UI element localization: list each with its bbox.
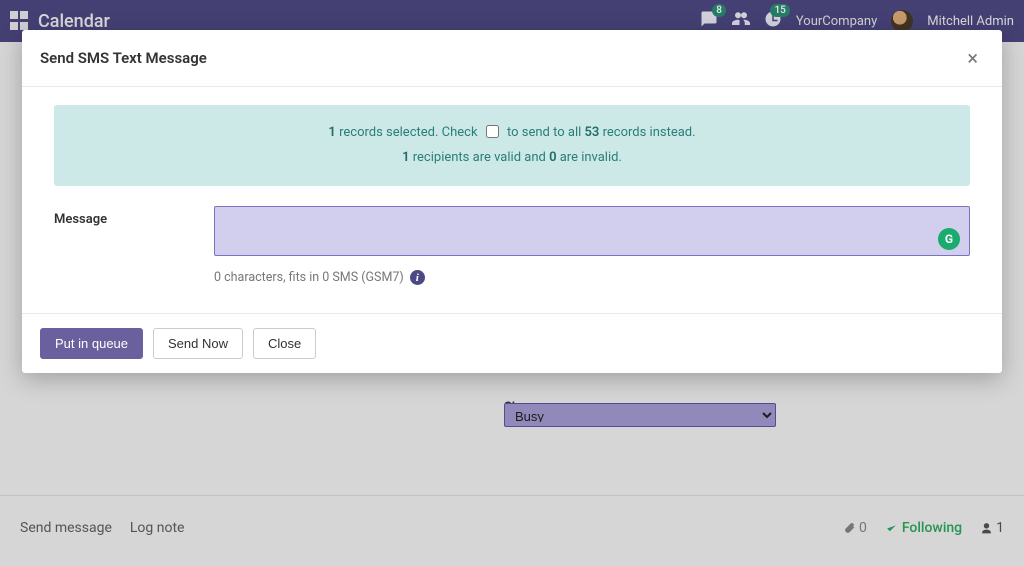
activity-badge: 15 (770, 4, 789, 17)
attachment-icon (843, 522, 856, 535)
activity-icon-wrap[interactable]: 15 (764, 10, 782, 32)
close-icon[interactable]: × (961, 44, 984, 72)
modal-title: Send SMS Text Message (40, 49, 207, 67)
valid-count: 1 (402, 150, 409, 165)
show-as-label: Show as (16, 400, 504, 430)
apps-icon[interactable] (10, 11, 30, 31)
chat-badge: 8 (712, 4, 726, 17)
check-icon (885, 522, 898, 535)
app-name[interactable]: Calendar (38, 11, 110, 32)
company-name[interactable]: YourCompany (796, 14, 877, 29)
message-label: Message (54, 206, 214, 227)
chatter-footer: Send message Log note 0 Following 1 (0, 495, 1024, 546)
close-button[interactable]: Close (253, 328, 316, 359)
log-note-tab[interactable]: Log note (130, 520, 185, 536)
selected-count: 1 (328, 125, 335, 140)
total-count: 53 (585, 125, 600, 140)
people-icon[interactable] (732, 10, 750, 32)
sms-modal: Send SMS Text Message × 1 records select… (22, 30, 1002, 373)
invalid-count: 0 (549, 150, 556, 165)
modal-footer: Put in queue Send Now Close (22, 313, 1002, 373)
attachments-count[interactable]: 0 (843, 520, 867, 536)
modal-header: Send SMS Text Message × (22, 30, 1002, 87)
following-button[interactable]: Following (885, 520, 962, 536)
chat-icon-wrap[interactable]: 8 (700, 10, 718, 32)
show-as-select[interactable]: Busy (504, 403, 776, 427)
put-in-queue-button[interactable]: Put in queue (40, 328, 143, 359)
send-message-tab[interactable]: Send message (20, 520, 112, 536)
person-icon (980, 522, 993, 535)
send-now-button[interactable]: Send Now (153, 328, 243, 359)
char-counter: 0 characters, fits in 0 SMS (GSM7) (214, 270, 404, 285)
user-name[interactable]: Mitchell Admin (927, 14, 1014, 29)
send-all-checkbox[interactable] (486, 125, 499, 138)
avatar[interactable] (891, 10, 913, 32)
info-icon[interactable]: i (410, 270, 425, 285)
info-banner: 1 records selected. Check to send to all… (54, 105, 970, 186)
message-textarea[interactable] (214, 206, 970, 256)
followers-count[interactable]: 1 (980, 520, 1004, 536)
